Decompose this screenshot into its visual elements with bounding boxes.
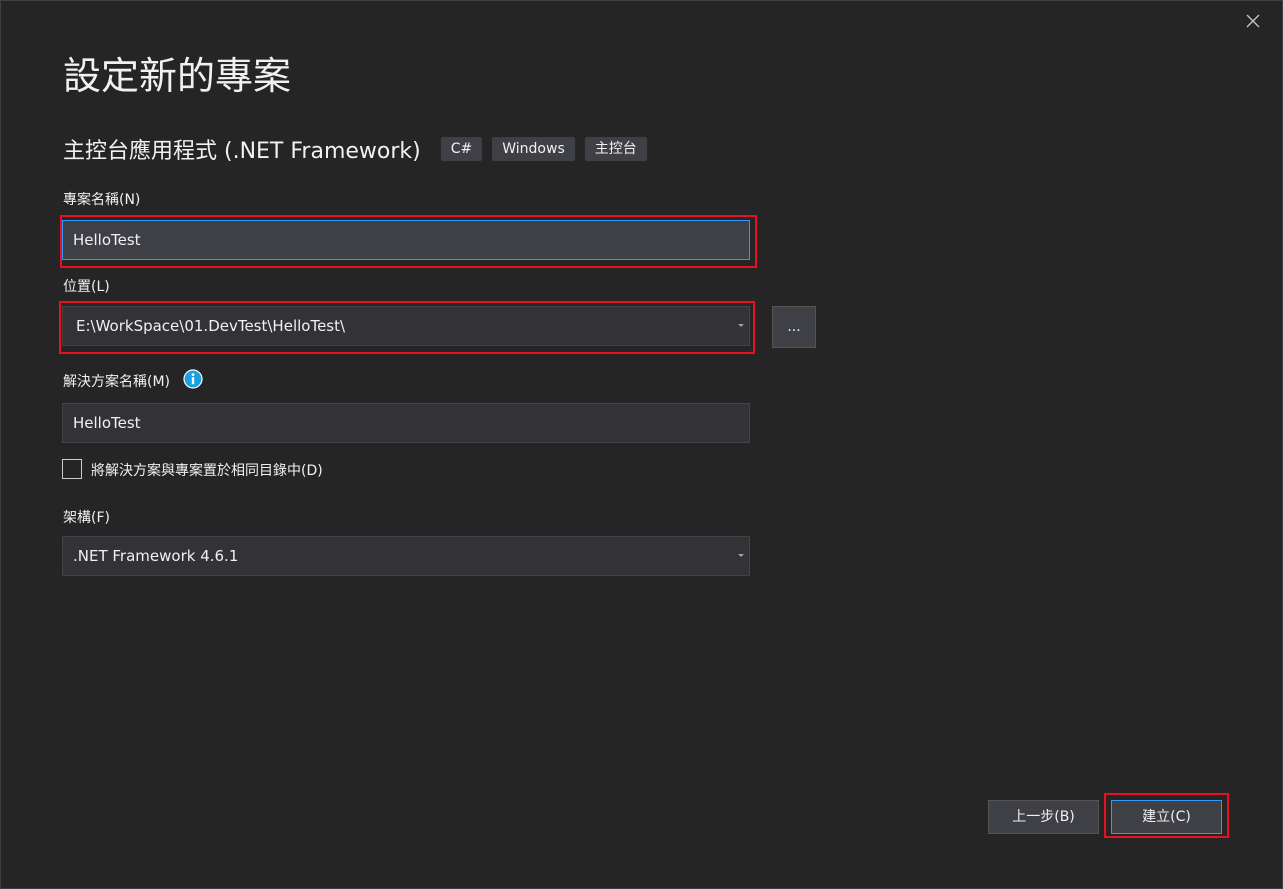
close-button[interactable] — [1239, 7, 1267, 35]
chevron-down-icon — [738, 324, 744, 327]
same-directory-checkbox[interactable] — [62, 459, 82, 479]
project-name-input[interactable]: HelloTest — [62, 220, 750, 260]
tag-platform: Windows — [492, 137, 575, 161]
chevron-down-icon — [738, 554, 744, 557]
browse-button[interactable]: ... — [772, 306, 816, 348]
back-button[interactable]: 上一步(B) — [988, 800, 1099, 834]
create-button[interactable]: 建立(C) — [1111, 800, 1222, 834]
same-directory-label[interactable]: 將解決方案與專案置於相同目錄中(D) — [91, 460, 323, 480]
template-summary: 主控台應用程式 (.NET Framework) C# Windows 主控台 — [63, 133, 657, 165]
new-project-dialog: 設定新的專案 主控台應用程式 (.NET Framework) C# Windo… — [0, 0, 1283, 889]
framework-combobox[interactable]: .NET Framework 4.6.1 — [62, 536, 750, 576]
close-icon — [1246, 14, 1260, 28]
page-title: 設定新的專案 — [63, 54, 292, 98]
tag-language: C# — [440, 137, 483, 161]
location-label: 位置(L) — [63, 279, 110, 295]
template-name: 主控台應用程式 (.NET Framework) — [63, 139, 421, 164]
tag-project-type: 主控台 — [584, 137, 647, 161]
framework-value: .NET Framework 4.6.1 — [73, 547, 239, 565]
info-icon[interactable] — [183, 369, 203, 389]
project-name-label: 專案名稱(N) — [63, 192, 141, 208]
location-value: E:\WorkSpace\01.DevTest\HelloTest\ — [76, 317, 346, 335]
location-combobox[interactable]: E:\WorkSpace\01.DevTest\HelloTest\ — [62, 306, 750, 346]
solution-name-label: 解決方案名稱(M) — [63, 374, 171, 390]
solution-name-input[interactable]: HelloTest — [62, 403, 750, 443]
framework-label: 架構(F) — [63, 510, 110, 526]
